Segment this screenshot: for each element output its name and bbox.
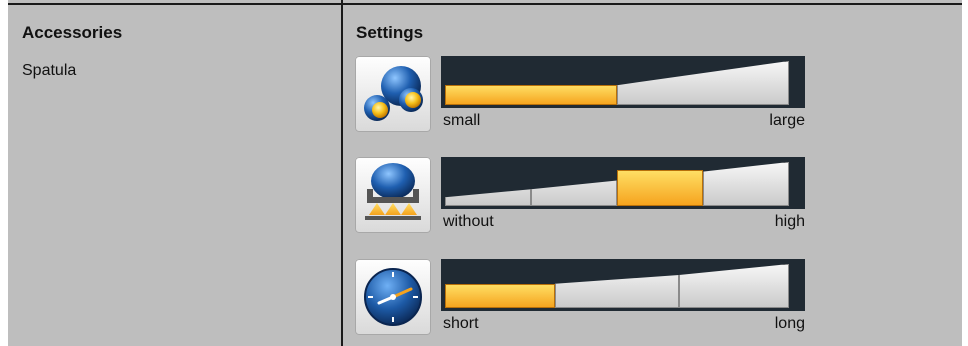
max-label: long	[774, 315, 805, 332]
bar-segment[interactable]	[617, 170, 703, 206]
pressure-dome-icon	[355, 157, 431, 233]
bar-segment[interactable]	[445, 85, 617, 105]
pressure-level-bar[interactable]	[441, 157, 805, 209]
bar-segment[interactable]	[445, 189, 531, 206]
max-label: high	[774, 213, 805, 230]
accessories-column: Accessories Spatula	[8, 0, 341, 346]
setting-row-time: short long	[355, 259, 955, 339]
bar-segment[interactable]	[617, 61, 789, 105]
setting-row-pressure: without high	[355, 157, 955, 237]
bar-segment[interactable]	[555, 275, 679, 308]
clock-icon	[355, 259, 431, 335]
min-label: without	[443, 213, 494, 230]
time-level-bar[interactable]	[441, 259, 805, 311]
settings-heading: Settings	[356, 23, 424, 42]
bar-segment[interactable]	[445, 284, 555, 308]
size-level-bar[interactable]	[441, 56, 805, 108]
settings-column: Settings small large without high short …	[343, 0, 962, 346]
min-label: small	[443, 112, 481, 129]
size-spheres-icon	[355, 56, 431, 132]
bar-segment[interactable]	[703, 162, 789, 206]
accessories-settings-table: Accessories Spatula Settings small large…	[8, 0, 962, 346]
bar-segment[interactable]	[531, 180, 617, 206]
max-label: large	[769, 112, 805, 129]
bar-segment[interactable]	[679, 264, 789, 308]
min-label: short	[443, 315, 479, 332]
accessories-heading: Accessories	[22, 23, 123, 42]
setting-row-size: small large	[355, 56, 955, 136]
accessory-item: Spatula	[22, 62, 77, 79]
